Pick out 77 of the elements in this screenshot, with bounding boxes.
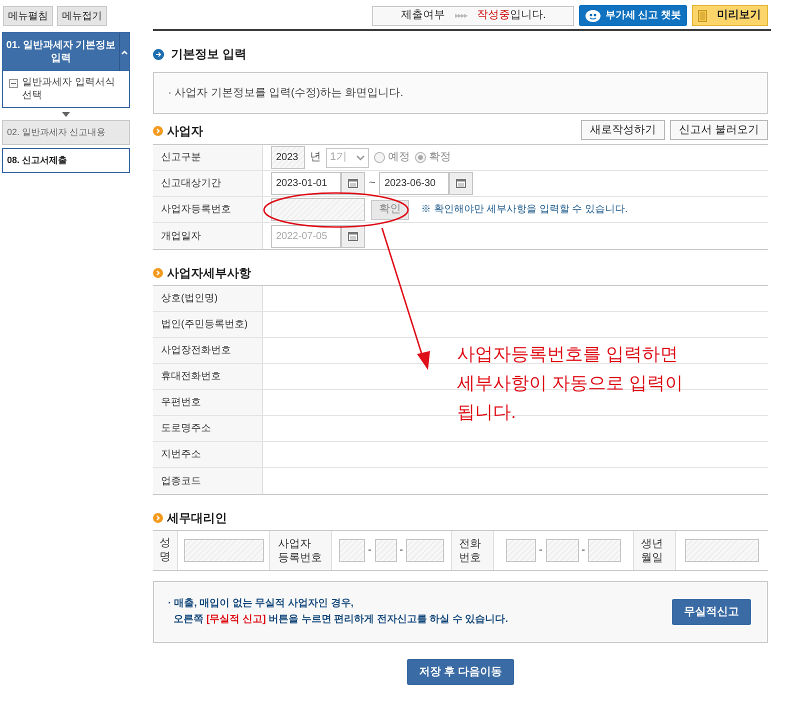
step-header[interactable]: 01. 일반과세자 기본정보 입력 — [3, 33, 129, 71]
calendar-icon — [348, 232, 358, 240]
document-icon — [698, 10, 707, 22]
input-field[interactable]: 2023 — [271, 146, 305, 169]
preview-button[interactable]: 미리보기 — [692, 5, 768, 26]
calendar-icon — [348, 179, 358, 188]
dash: - — [368, 543, 372, 558]
input-field[interactable] — [546, 539, 578, 562]
intro-text: · 사업자 기본정보를 입력(수정)하는 화면입니다. — [168, 86, 404, 101]
step-item[interactable]: 02. 일반과세자 신고내용 — [2, 120, 130, 145]
name-label: 성명 — [160, 537, 170, 564]
radio-label: 예정 — [388, 150, 410, 166]
input-field[interactable] — [184, 539, 264, 562]
status-value: 작성중입니다. — [476, 8, 546, 24]
bullet-icon — [153, 126, 163, 136]
birth-label: 생년 월일 — [641, 536, 664, 564]
calendar-icon — [456, 179, 466, 188]
input-field[interactable] — [406, 539, 444, 562]
row-label: 신고대상기간 — [153, 171, 263, 196]
row-label: 사업자등록번호 — [153, 197, 263, 222]
step-subitem[interactable]: 일반과세자 입력서식 선택 — [22, 76, 123, 102]
row-label: 도로명주소 — [153, 416, 263, 441]
input-field[interactable] — [338, 539, 365, 562]
input-field[interactable] — [506, 539, 536, 562]
bullet-icon — [153, 513, 163, 523]
row-label: 개업일자 — [153, 223, 263, 249]
row-label: 업종코드 — [153, 468, 263, 494]
bullet-icon — [153, 268, 163, 278]
year-unit: 년 — [310, 150, 321, 166]
notice-text: · 매출, 매입이 없는 무실적 사업자인 경우, 오른쪽 [무실적 신고] 버튼을 누르면 편리하게 전자신고를 하실 수 있습니다. — [168, 597, 508, 627]
no-activity-report-button[interactable]: 무실적신고 — [672, 599, 751, 625]
arrow-circle-icon — [153, 48, 164, 60]
dash: - — [400, 543, 404, 558]
chevron-down-icon — [356, 154, 365, 160]
minus-box-icon — [9, 79, 18, 88]
dash: - — [582, 543, 586, 558]
down-arrow-icon — [62, 112, 70, 116]
chatbot-icon — [585, 8, 602, 22]
save-next-button[interactable]: 저장 후 다음이동 — [406, 659, 514, 685]
row-label: 휴대전화번호 — [153, 364, 263, 389]
dash: - — [538, 543, 542, 558]
calendar-button[interactable] — [449, 172, 474, 195]
row-label: 법인(주민등록번호) — [153, 312, 263, 337]
menu-button[interactable]: 메뉴펼침 — [3, 6, 53, 26]
chatbot-button[interactable]: 부가세 신고 챗봇 — [579, 5, 687, 26]
radio-button[interactable] — [415, 152, 426, 163]
hint-text: ※ 확인해야만 세부사항을 입력할 수 있습니다. — [421, 203, 628, 217]
row-label: 사업장전화번호 — [153, 338, 263, 363]
section-title: 사업자 — [167, 123, 203, 140]
collapse-icon[interactable] — [121, 50, 128, 54]
annotation-text: 사업자등록번호를 입력하면 세부사항이 자동으로 입력이 됩니다. — [457, 343, 684, 424]
status-label: 제출여부 — [400, 8, 445, 24]
row-label: 상호(법인명) — [153, 286, 263, 311]
progress-arrows: ▸▸▸▸ — [454, 10, 467, 22]
action-button[interactable]: 새로작성하기 — [580, 120, 665, 140]
input-field[interactable] — [685, 539, 759, 562]
radio-button[interactable] — [374, 152, 385, 163]
input-field[interactable] — [588, 539, 622, 562]
range-separator: ~ — [369, 176, 376, 192]
row-label: 지번주소 — [153, 442, 263, 467]
page-title: 기본정보 입력 — [171, 46, 246, 63]
input-field[interactable]: 2023-06-30 — [379, 172, 450, 195]
calendar-button[interactable] — [341, 224, 365, 248]
phone-label: 전화 번호 — [459, 536, 482, 564]
input-field[interactable]: 2023-01-01 — [271, 172, 341, 195]
section-title: 세무대리인 — [167, 510, 227, 527]
input-field[interactable] — [271, 198, 365, 221]
step-item[interactable]: 08. 신고서제출 — [2, 148, 130, 173]
reg-number-label: 사업자 등록번호 — [278, 536, 323, 564]
row-label: 신고구분 — [153, 145, 263, 170]
row-label: 우편번호 — [153, 390, 263, 415]
section-title: 사업자세부사항 — [167, 265, 251, 282]
action-button[interactable]: 신고서 불러오기 — [670, 120, 768, 140]
menu-button[interactable]: 메뉴접기 — [57, 6, 107, 26]
input-field[interactable] — [374, 539, 396, 562]
radio-label: 확정 — [429, 150, 451, 166]
calendar-button[interactable] — [341, 172, 365, 195]
